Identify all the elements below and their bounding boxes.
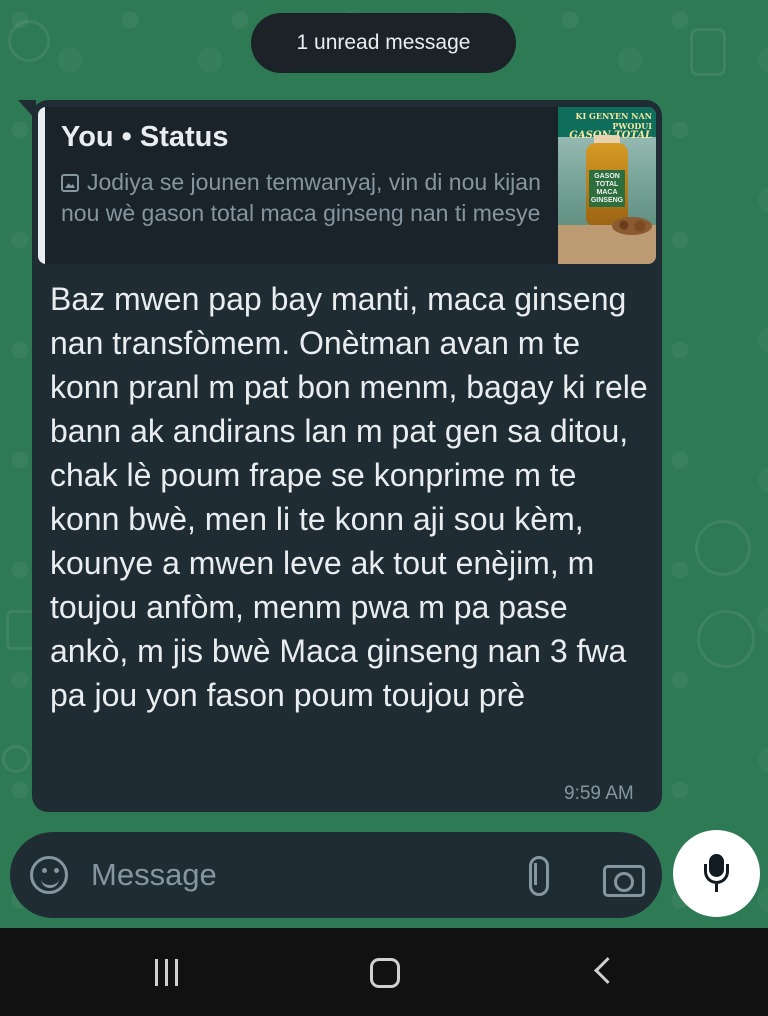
message-timestamp: 9:59 AM	[564, 783, 634, 804]
quoted-status-reply[interactable]: You • Status Jodiya se jounen temwanyaj,…	[38, 107, 656, 264]
thumbnail-banner-text: KI GENYEN NAN PWODUI	[575, 111, 652, 131]
status-thumbnail[interactable]: KI GENYEN NAN PWODUI GASON TOTAL GASON T…	[558, 107, 656, 264]
quote-accent-bar	[38, 107, 45, 264]
camera-icon[interactable]	[603, 860, 645, 897]
wallpaper-doodle	[2, 745, 30, 773]
wallpaper-doodle	[690, 28, 726, 76]
microphone-icon-arc	[704, 864, 729, 884]
message-composer	[10, 832, 662, 918]
wallpaper-doodle	[695, 520, 751, 576]
message-input[interactable]	[91, 848, 511, 902]
thumbnail-banner: KI GENYEN NAN PWODUI GASON TOTAL	[558, 107, 656, 141]
quoted-status-preview: Jodiya se jounen temwanyaj, vin di nou k…	[61, 167, 541, 229]
home-icon[interactable]	[370, 958, 400, 988]
wallpaper-doodle	[697, 610, 755, 668]
quoted-status-preview-text: Jodiya se jounen temwanyaj, vin di nou k…	[61, 169, 541, 226]
message-text: Baz mwen pap bay manti, maca ginseng nan…	[50, 281, 648, 713]
system-navigation-bar	[0, 928, 768, 1016]
voice-message-button[interactable]	[673, 830, 760, 917]
bottle-label: GASON TOTAL MACA GINSENG	[589, 170, 625, 207]
paperclip-icon[interactable]	[524, 856, 549, 896]
quoted-status-author: You • Status	[61, 121, 229, 153]
thumbnail-roots	[612, 217, 652, 235]
unread-message-banner: 1 unread message	[251, 13, 516, 73]
image-icon	[61, 174, 79, 192]
recent-apps-icon[interactable]	[155, 959, 185, 986]
microphone-icon-stem	[715, 884, 718, 892]
wallpaper-doodle	[8, 20, 50, 62]
back-icon[interactable]	[592, 957, 610, 986]
emoji-icon[interactable]	[30, 856, 68, 894]
